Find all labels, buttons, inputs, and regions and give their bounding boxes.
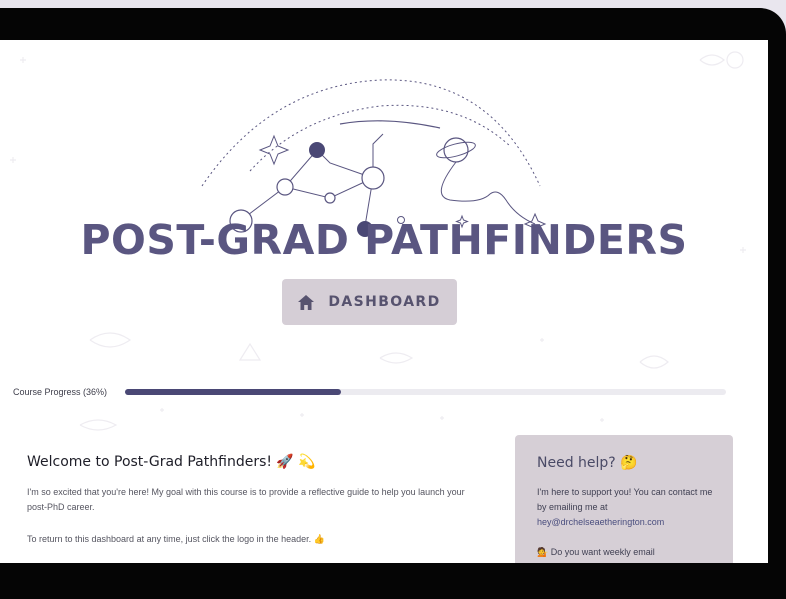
welcome-section: Welcome to Post-Grad Pathfinders! 🚀 💫 I'… — [27, 454, 487, 563]
help-title: Need help? 🤔 — [537, 455, 638, 471]
home-icon — [298, 294, 315, 310]
weekly-email-prompt: 💁 Do you want weekly email — [537, 547, 655, 557]
help-text: I'm here to support you! You can contact… — [537, 487, 713, 512]
browser-screen: POST-GRAD PATHFINDERS DASHBOARD Course P… — [0, 40, 768, 563]
progress-fill — [125, 389, 342, 395]
brand-title[interactable]: POST-GRAD PATHFINDERS — [0, 216, 768, 264]
dashboard-label: DASHBOARD — [328, 294, 441, 310]
help-card: Need help? 🤔 I'm here to support you! Yo… — [515, 435, 733, 563]
progress-track — [125, 389, 726, 395]
help-body: I'm here to support you! You can contact… — [537, 485, 721, 530]
course-progress: Course Progress (36%) — [13, 384, 726, 404]
help-email-link[interactable]: hey@drchelseaetherington.com — [537, 517, 664, 527]
welcome-title: Welcome to Post-Grad Pathfinders! 🚀 💫 — [27, 454, 316, 470]
progress-label: Course Progress (36%) — [13, 387, 108, 397]
welcome-paragraph-1: I'm so excited that you're here! My goal… — [27, 487, 465, 512]
welcome-paragraph-2: To return to this dashboard at any time,… — [27, 534, 325, 544]
dashboard-button[interactable]: DASHBOARD — [282, 279, 457, 325]
